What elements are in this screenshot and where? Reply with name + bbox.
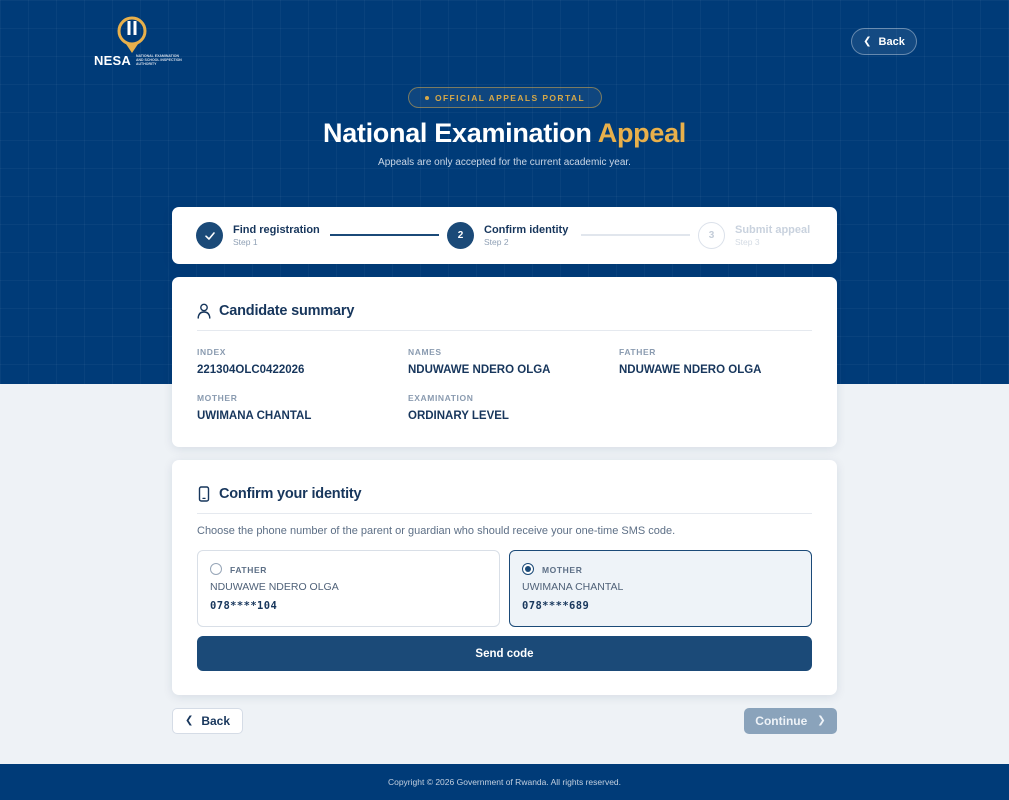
step-number-badge: 2: [447, 222, 474, 249]
field-label: NAMES: [408, 347, 442, 357]
radio-button-father[interactable]: [210, 563, 222, 575]
chevron-right-icon: ❯: [817, 715, 826, 726]
field-value: ORDINARY LEVEL: [408, 410, 509, 422]
step-sublabel: Step 1: [233, 236, 258, 247]
step-submit-appeal: 3 Submit appeal Step 3: [698, 222, 810, 249]
page-footer: Copyright © 2026 Government of Rwanda. A…: [0, 764, 1009, 800]
phone-option-father[interactable]: FATHER NDUWAWE NDERO OLGA 078****104: [197, 550, 500, 627]
field-value: NDUWAWE NDERO OLGA: [619, 364, 762, 376]
step-connector-pending: [581, 234, 690, 236]
chevron-left-icon: ❮: [863, 35, 872, 47]
send-code-button[interactable]: Send code: [197, 636, 812, 671]
step-number-badge: 3: [698, 222, 725, 249]
field-examination: EXAMINATION ORDINARY LEVEL: [408, 393, 509, 423]
confirm-identity-title: Confirm your identity: [219, 486, 362, 502]
page-subtitle: Appeals are only accepted for the curren…: [378, 157, 631, 168]
option-phone: 078****689: [522, 600, 590, 612]
phone-option-mother[interactable]: MOTHER UWIMANA CHANTAL 078****689: [509, 550, 812, 627]
field-label: INDEX: [197, 347, 226, 357]
continue-button[interactable]: Continue ❯: [744, 708, 837, 734]
step-sublabel: Step 2: [484, 236, 509, 247]
option-phone: 078****104: [210, 600, 278, 612]
candidate-summary-header: Candidate summary: [197, 302, 812, 331]
copyright-text: Copyright © 2026 Government of Rwanda. A…: [387, 777, 622, 787]
continue-button-label: Continue: [755, 714, 808, 728]
field-value: UWIMANA CHANTAL: [197, 410, 312, 422]
identity-instruction: Choose the phone number of the parent or…: [197, 525, 676, 537]
field-label: EXAMINATION: [408, 393, 474, 403]
step-label: Find registration: [233, 223, 320, 236]
badge-label: OFFICIAL APPEALS PORTAL: [434, 92, 586, 103]
step-sublabel: Step 3: [735, 236, 760, 247]
step-confirm-identity: 2 Confirm identity Step 2: [447, 222, 568, 249]
logo-subtext: NATIONAL EXAMINATION AND SCHOOL INSPECTI…: [136, 54, 182, 66]
nesa-emblem-icon: [117, 16, 147, 53]
field-index: INDEX 221304OLC0422026: [197, 347, 304, 377]
back-button-label: Back: [201, 714, 231, 728]
phone-icon: [198, 486, 210, 502]
step-label: Submit appeal: [735, 223, 811, 236]
page-title: National Examination Appeal: [0, 118, 1009, 149]
step-find-registration: Find registration Step 1: [196, 222, 320, 249]
candidate-summary-card: Candidate summary INDEX 221304OLC0422026…: [172, 277, 837, 447]
check-icon: [196, 222, 223, 249]
page-title-accent: Appeal: [597, 118, 687, 148]
nesa-logo: NESA NATIONAL EXAMINATION AND SCHOOL INS…: [94, 16, 182, 68]
field-label: MOTHER: [197, 393, 238, 403]
candidate-summary-title: Candidate summary: [219, 303, 355, 319]
option-role: FATHER: [230, 565, 267, 575]
field-father: FATHER NDUWAWE NDERO OLGA: [619, 347, 761, 377]
field-value: NDUWAWE NDERO OLGA: [408, 364, 551, 376]
field-mother: MOTHER UWIMANA CHANTAL: [197, 393, 311, 423]
field-names: NAMES NDUWAWE NDERO OLGA: [408, 347, 550, 377]
confirm-identity-header: Confirm your identity: [197, 485, 812, 514]
logo-wordmark: NESA: [94, 53, 131, 68]
back-button[interactable]: ❮ Back: [172, 708, 243, 734]
official-portal-badge: OFFICIAL APPEALS PORTAL: [408, 87, 602, 108]
header-back-label: Back: [878, 35, 905, 48]
chevron-left-icon: ❮: [184, 715, 194, 726]
user-icon: [197, 303, 211, 319]
option-name: NDUWAWE NDERO OLGA: [210, 581, 339, 593]
field-value: 221304OLC0422026: [197, 364, 305, 376]
badge-dot-icon: [424, 95, 429, 100]
field-label: FATHER: [619, 347, 656, 357]
radio-button-mother[interactable]: [522, 563, 534, 575]
progress-stepper: Find registration Step 1 2 Confirm ident…: [172, 207, 837, 264]
option-role: MOTHER: [542, 565, 583, 575]
step-connector-complete: [330, 234, 439, 236]
header-back-button[interactable]: ❮ Back: [851, 28, 917, 55]
page-title-main: National Examination: [323, 118, 592, 148]
option-name: UWIMANA CHANTAL: [522, 581, 624, 593]
step-label: Confirm identity: [484, 223, 569, 236]
confirm-identity-card: Confirm your identity Choose the phone n…: [172, 460, 837, 695]
